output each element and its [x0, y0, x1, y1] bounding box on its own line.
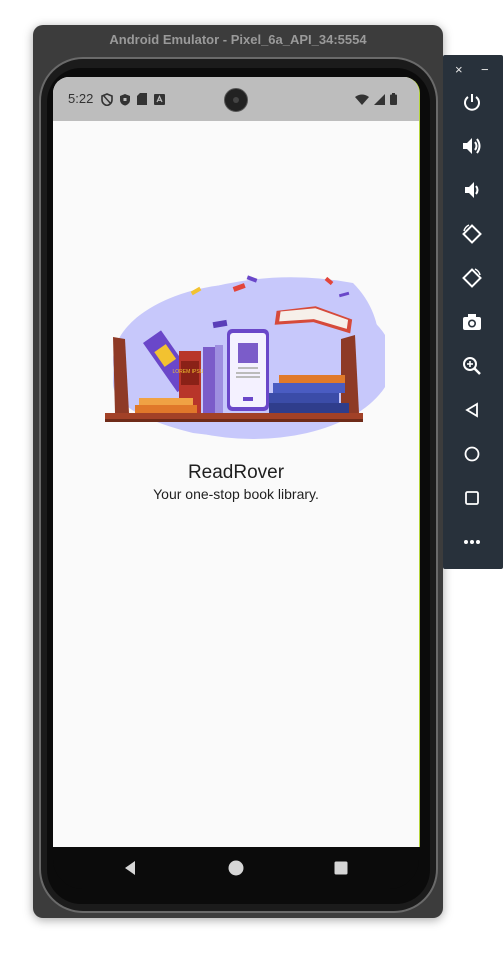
- recents-icon[interactable]: [332, 859, 350, 877]
- status-icons-right: [355, 92, 397, 106]
- status-icons-left: [101, 92, 165, 106]
- camera-icon: [463, 314, 481, 330]
- status-time: 5:22: [68, 91, 94, 106]
- wifi-icon: [355, 94, 369, 105]
- navigation-bar: [53, 847, 419, 889]
- volume-up-icon: [463, 138, 481, 154]
- status-bar: 5:22: [53, 77, 419, 121]
- close-button[interactable]: ×: [455, 63, 463, 77]
- home-icon: [464, 446, 480, 462]
- rotate-left-button[interactable]: [459, 221, 485, 247]
- volume-down-button[interactable]: [459, 177, 485, 203]
- toolbar-more-button[interactable]: [459, 529, 485, 555]
- volume-down-icon: [465, 182, 479, 198]
- device-screen[interactable]: 5:22 LOREM IPSUM ReadRover Your one-stop…: [53, 77, 420, 847]
- back-icon: [465, 402, 478, 418]
- signal-icon: [374, 93, 385, 105]
- toolbar-home-button[interactable]: [459, 441, 485, 467]
- shield-icon: [120, 93, 130, 105]
- front-camera: [224, 88, 248, 112]
- red-book-title: LOREM IPSUM: [172, 369, 207, 375]
- flat-book-left: [135, 405, 197, 413]
- book-stack-blue: [269, 393, 339, 403]
- zoom-button[interactable]: [459, 353, 485, 379]
- toolbar-back-button[interactable]: [459, 397, 485, 423]
- rotate-left-icon: [462, 224, 482, 244]
- window-title: Android Emulator - Pixel_6a_API_34:5554: [109, 32, 367, 47]
- bookshelf-illustration: LOREM IPSUM: [105, 275, 385, 439]
- rotate-right-icon: [462, 268, 482, 288]
- minimize-button[interactable]: −: [481, 63, 489, 77]
- app-title: ReadRover: [187, 462, 285, 483]
- back-icon[interactable]: [121, 859, 139, 877]
- privacy-shield-icon: [101, 92, 113, 106]
- rotate-right-button[interactable]: [459, 265, 485, 291]
- toolbar-overview-button[interactable]: [459, 485, 485, 511]
- screenshot-button[interactable]: [459, 309, 485, 335]
- overview-icon: [465, 491, 479, 505]
- zoom-icon: [463, 357, 481, 375]
- more-icon: [464, 540, 480, 544]
- app-subtitle: Your one-stop book library.: [153, 486, 319, 502]
- app-notification-icon: [154, 93, 165, 105]
- battery-icon: [390, 93, 397, 105]
- sd-card-icon: [137, 93, 147, 105]
- volume-up-button[interactable]: [459, 133, 485, 159]
- emulator-toolbar: × −: [443, 55, 503, 569]
- power-button[interactable]: [459, 89, 485, 115]
- home-icon[interactable]: [227, 859, 245, 877]
- power-icon: [464, 94, 480, 111]
